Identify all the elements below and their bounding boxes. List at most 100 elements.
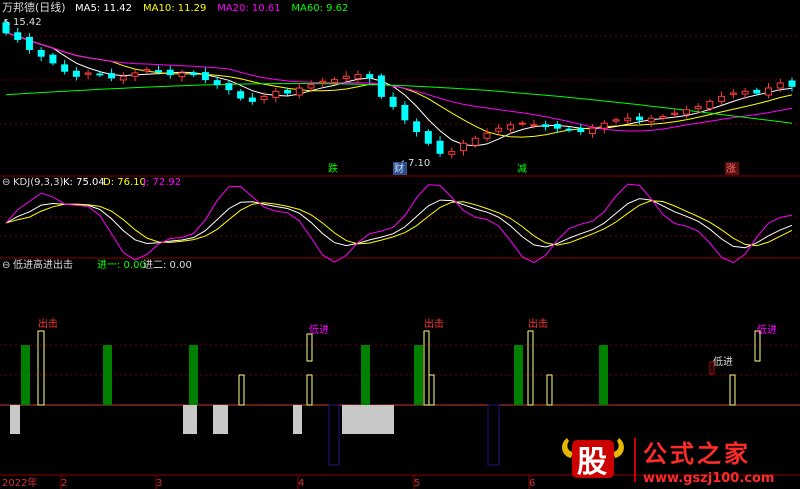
signal-outline-bar-0 bbox=[37, 330, 45, 406]
signal-navy-bar-0 bbox=[328, 404, 340, 466]
candle-body-53 bbox=[624, 117, 632, 122]
annotation-chuji-1: 出击 bbox=[38, 317, 58, 330]
signal-item1: 进一: 0.00 bbox=[97, 259, 146, 271]
candle-body-41 bbox=[483, 132, 491, 139]
candle-body-28 bbox=[330, 79, 338, 83]
kdj-j-value: J: 72.92 bbox=[142, 177, 181, 188]
watermark-brand: 公式之家 bbox=[643, 440, 751, 468]
candle-body-18 bbox=[213, 80, 221, 86]
candle-body-21 bbox=[248, 97, 256, 102]
signal-green-bar-5 bbox=[514, 345, 523, 405]
signal-outline-bar-6 bbox=[527, 330, 534, 406]
signal-green-bar-6 bbox=[599, 345, 608, 405]
signal-outline-bar-5 bbox=[428, 374, 435, 406]
candle-body-46 bbox=[542, 124, 550, 128]
line-ma20 bbox=[5, 32, 793, 132]
candle-body-32 bbox=[377, 75, 385, 97]
ma-legend-ma10: MA10: 11.29 bbox=[143, 3, 206, 14]
signal-green-bar-4 bbox=[414, 345, 423, 405]
line-ma5 bbox=[5, 32, 793, 147]
candle-body-59 bbox=[694, 105, 702, 110]
low-price-label: 7.10 bbox=[408, 158, 430, 169]
candle-body-51 bbox=[600, 122, 608, 129]
candle-body-2 bbox=[25, 36, 33, 50]
candle-body-50 bbox=[589, 127, 597, 135]
watermark-url: www.gszj100.com bbox=[643, 471, 774, 486]
candle-body-43 bbox=[506, 124, 514, 130]
event-tag-die[interactable]: 跌 bbox=[328, 162, 338, 175]
candle-body-3 bbox=[37, 49, 45, 57]
candle-body-67 bbox=[788, 80, 796, 87]
candle-body-40 bbox=[471, 137, 479, 146]
candle-body-48 bbox=[565, 128, 573, 131]
candle-body-15 bbox=[178, 72, 186, 78]
ma-legend: MA5: 11.42 MA10: 11.29 MA20: 10.61 MA60: 9.… bbox=[75, 3, 348, 14]
candle-body-23 bbox=[272, 90, 280, 98]
candle-body-27 bbox=[319, 80, 327, 84]
candle-body-39 bbox=[460, 142, 468, 152]
candle-body-25 bbox=[295, 87, 303, 96]
bull-horn-left-icon bbox=[562, 438, 573, 458]
candle-body-20 bbox=[237, 91, 245, 99]
moving-average-lines bbox=[5, 32, 793, 147]
x-axis-label-0: 2022年 bbox=[2, 476, 37, 489]
candle-body-16 bbox=[190, 72, 198, 76]
signal-gray-bar-1 bbox=[183, 405, 197, 434]
candle-body-61 bbox=[718, 95, 726, 102]
signal-outline-bar-7 bbox=[546, 374, 553, 406]
signal-outline-bar-4 bbox=[423, 330, 430, 406]
candle-body-14 bbox=[166, 69, 174, 76]
stock-title: 万邦德(日线) bbox=[2, 0, 66, 14]
candle-body-33 bbox=[389, 96, 397, 107]
candle-body-63 bbox=[741, 90, 749, 95]
annotation-dijin-1: 低进 bbox=[309, 323, 329, 336]
candle-body-5 bbox=[61, 64, 69, 72]
high-arrow: ↖ bbox=[3, 17, 11, 28]
candle-body-49 bbox=[577, 128, 585, 133]
kdj-lines bbox=[5, 183, 793, 264]
candle-body-54 bbox=[635, 116, 643, 121]
kdj-collapse-icon[interactable]: ⊖ bbox=[2, 177, 10, 188]
candle-body-66 bbox=[776, 82, 784, 89]
signal-collapse-icon[interactable]: ⊖ bbox=[2, 260, 10, 271]
candle-body-37 bbox=[436, 140, 444, 154]
x-axis-label-2: 3 bbox=[156, 478, 162, 489]
kdj-d-value: D: 76.10 bbox=[103, 177, 146, 188]
signal-gray-bar-3 bbox=[293, 405, 302, 434]
signal-gray-bar-2 bbox=[213, 405, 228, 434]
candle-body-44 bbox=[518, 122, 526, 125]
signal-outline-bar-8 bbox=[729, 374, 736, 406]
event-tag-jian[interactable]: 减 bbox=[517, 163, 527, 175]
signal-navy-bar-1 bbox=[487, 404, 500, 466]
annotation-chuji-3: 出击 bbox=[528, 317, 548, 330]
candle-body-24 bbox=[284, 89, 292, 94]
signal-title: 低进高进出击 bbox=[13, 258, 73, 271]
event-tag-zhang[interactable]: 涨 bbox=[726, 163, 736, 175]
line-ma10 bbox=[5, 32, 793, 138]
candle-body-13 bbox=[155, 70, 163, 73]
signal-item2: 进二: 0.00 bbox=[143, 259, 192, 271]
candle-body-47 bbox=[553, 124, 561, 129]
signal-green-bar-2 bbox=[189, 345, 198, 405]
signal-gray-bar-0 bbox=[10, 405, 20, 434]
candle-body-9 bbox=[108, 73, 116, 79]
candle-body-65 bbox=[765, 87, 773, 96]
candlesticks bbox=[2, 20, 796, 159]
candle-body-11 bbox=[131, 72, 139, 77]
logo-char: 股 bbox=[577, 445, 607, 480]
ma-legend-ma5: MA5: 11.42 bbox=[75, 3, 132, 14]
watermark-logo: 股 公式之家 www.gszj100.com bbox=[562, 438, 774, 486]
candle-body-60 bbox=[706, 100, 714, 109]
bull-horn-right-icon bbox=[613, 438, 624, 458]
candle-body-12 bbox=[143, 69, 151, 72]
stock-chart[interactable]: 万邦德(日线) MA5: 11.42 MA10: 11.29 MA20: 10.61… bbox=[0, 0, 800, 489]
event-tag-cai[interactable]: 财 bbox=[394, 162, 404, 175]
candle-body-55 bbox=[647, 117, 655, 123]
candle-body-17 bbox=[201, 72, 209, 81]
high-price-label: 15.42 bbox=[13, 17, 42, 28]
candle-body-10 bbox=[119, 75, 127, 81]
kdj-title: KDJ(9,3,3) bbox=[13, 177, 64, 188]
signal-gray-bar-4 bbox=[342, 405, 394, 434]
kdj-line-j bbox=[5, 183, 793, 264]
candle-body-62 bbox=[729, 92, 737, 95]
